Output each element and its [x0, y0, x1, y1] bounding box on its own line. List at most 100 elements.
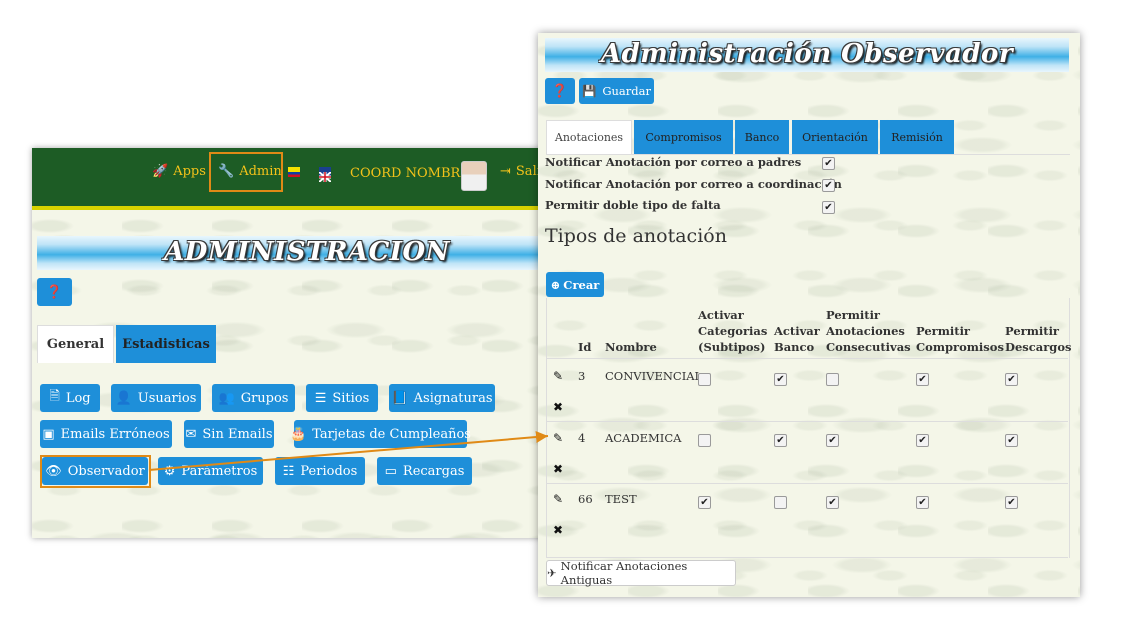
help-button[interactable]: ❓ [545, 78, 575, 104]
row-divider [546, 421, 1068, 422]
header-nombre: Nombre [605, 340, 657, 354]
tarjetas-button[interactable]: 🎂 Tarjetas de Cumpleaños [290, 420, 471, 448]
header-consecutivas: Permitir Anotaciones Consecutivas [826, 308, 911, 354]
flag-uk-cross [318, 171, 332, 183]
observador-window: Administración Observador ❓ 💾 Guardar Ano… [538, 33, 1080, 597]
table-bottom-border [546, 557, 1068, 558]
create-button[interactable]: ⊕ Crear [546, 272, 604, 297]
setting-checkbox[interactable]: ✔ [822, 179, 835, 192]
row-nombre: ACADEMICA [605, 431, 682, 445]
setting-checkbox[interactable]: ✔ [822, 201, 835, 214]
asignaturas-button[interactable]: 📘 Asignaturas [389, 384, 495, 412]
top-navbar: 🚀 Apps 🔧 Admin COORD NOMBRES ⇥ Sali [32, 148, 580, 210]
row-descargos-checkbox[interactable]: ✔ [1005, 496, 1018, 509]
parametros-button[interactable]: ⚙ Parámetros [158, 457, 263, 485]
tab-general[interactable]: General [37, 325, 114, 363]
header-banco: Activar Banco [774, 324, 820, 354]
usuarios-button[interactable]: 👤 Usuarios [111, 384, 201, 412]
delete-x-icon[interactable]: ✖ [553, 462, 563, 476]
table-header-divider [546, 358, 1068, 359]
birthday-cake-icon: 🎂 [290, 426, 307, 442]
question-circle-icon: ❓ [46, 284, 63, 300]
row-descargos-checkbox[interactable]: ✔ [1005, 434, 1018, 447]
floppy-disk-icon: 💾 [582, 84, 597, 98]
row-compromisos-checkbox[interactable]: ✔ [916, 373, 929, 386]
tab-compromisos[interactable]: Compromisos [634, 120, 733, 154]
page-title: Administración Observador [600, 39, 1014, 69]
header-descargos: Permitir Descargos [1005, 324, 1072, 354]
tab-estadisticas[interactable]: Estadisticas [116, 325, 216, 363]
row-compromisos-checkbox[interactable]: ✔ [916, 434, 929, 447]
row-banco-checkbox[interactable]: ✔ [774, 373, 787, 386]
setting-label: Permitir doble tipo de falta [545, 198, 721, 212]
title-band: Administración Observador [545, 38, 1069, 72]
recargas-button[interactable]: ▭ Recargas [377, 457, 472, 485]
save-button[interactable]: 💾 Guardar [579, 78, 654, 104]
row-id: 3 [578, 369, 586, 383]
periodos-button[interactable]: ☷ Periodos [275, 457, 365, 485]
delete-x-icon[interactable]: ✖ [553, 400, 563, 414]
header-id: Id [578, 340, 592, 354]
row-nombre: CONVIVENCIAL [605, 369, 703, 383]
page-title: ADMINISTRACION [164, 237, 450, 267]
row-consecutivas-checkbox[interactable]: ✔ [826, 434, 839, 447]
row-banco-checkbox[interactable] [774, 496, 787, 509]
section-title: Tipos de anotación [545, 225, 727, 247]
rocket-icon: 🚀 [152, 164, 169, 179]
nav-apps[interactable]: 🚀 Apps [152, 164, 206, 179]
nav-admin[interactable]: 🔧 Admin [218, 164, 282, 179]
row-banco-checkbox[interactable]: ✔ [774, 434, 787, 447]
nav-exit[interactable]: ⇥ Sali [500, 164, 541, 179]
admin-window: 🚀 Apps 🔧 Admin COORD NOMBRES ⇥ Sali ADMINIS… [32, 148, 580, 538]
logout-icon: ⇥ [500, 164, 511, 179]
question-circle-icon: ❓ [551, 83, 569, 99]
flag-colombia-icon[interactable] [288, 167, 300, 177]
avatar[interactable] [461, 161, 487, 191]
row-nombre: TEST [605, 492, 637, 506]
row-divider [546, 483, 1068, 484]
edit-pencil-icon[interactable]: ✎ [553, 369, 563, 383]
log-button[interactable]: 🗎 Log [40, 384, 100, 412]
users-icon: 👥 [218, 390, 235, 406]
tab-anotaciones[interactable]: Anotaciones [546, 120, 632, 154]
row-consecutivas-checkbox[interactable]: ✔ [826, 496, 839, 509]
row-id: 66 [578, 492, 593, 506]
row-categorias-checkbox[interactable] [698, 434, 711, 447]
battery-icon: ▭ [384, 463, 397, 479]
edit-pencil-icon[interactable]: ✎ [553, 492, 563, 506]
flag-uk-icon[interactable] [318, 167, 332, 183]
nav-user-name[interactable]: COORD NOMBRES [350, 166, 479, 181]
setting-checkbox[interactable]: ✔ [822, 157, 835, 170]
list-icon: ☰ [314, 390, 327, 406]
row-categorias-checkbox[interactable]: ✔ [698, 496, 711, 509]
row-compromisos-checkbox[interactable]: ✔ [916, 496, 929, 509]
list-ordered-icon: ☷ [282, 463, 295, 479]
plus-circle-icon: ⊕ [550, 277, 561, 292]
sitios-button[interactable]: ☰ Sitios [306, 384, 378, 412]
tab-remision[interactable]: Remisión [880, 120, 954, 154]
notify-old-button[interactable]: ✈ Notificar Anotaciones Antiguas [546, 559, 736, 587]
user-icon: 👤 [115, 390, 132, 406]
sin-emails-button[interactable]: ✉ Sin Emails [184, 420, 274, 448]
wrench-icon: 🔧 [218, 164, 235, 179]
row-categorias-checkbox[interactable] [698, 373, 711, 386]
row-consecutivas-checkbox[interactable] [826, 373, 839, 386]
observador-highlight-box [40, 455, 151, 488]
emails-erroneos-button[interactable]: ▣ Emails Erróneos [40, 420, 172, 448]
grupos-button[interactable]: 👥 Grupos [212, 384, 295, 412]
book-icon: 📘 [391, 390, 408, 406]
edit-pencil-icon[interactable]: ✎ [553, 431, 563, 445]
delete-x-icon[interactable]: ✖ [553, 523, 563, 537]
setting-label: Notificar Anotación por correo a padres [545, 155, 802, 169]
help-button[interactable]: ❓ [37, 278, 72, 306]
tab-orientacion[interactable]: Orientación [792, 120, 878, 154]
tab-banco[interactable]: Banco [735, 120, 789, 154]
setting-label: Notificar Anotación por correo a coordin… [545, 177, 842, 191]
paper-plane-icon: ✈ [547, 566, 557, 580]
row-id: 4 [578, 431, 586, 445]
row-descargos-checkbox[interactable]: ✔ [1005, 373, 1018, 386]
file-icon: 🗎 [49, 389, 60, 404]
cogs-icon: ⚙ [163, 463, 176, 479]
envelope-icon: ✉ [185, 426, 197, 442]
inbox-icon: ▣ [42, 426, 55, 442]
